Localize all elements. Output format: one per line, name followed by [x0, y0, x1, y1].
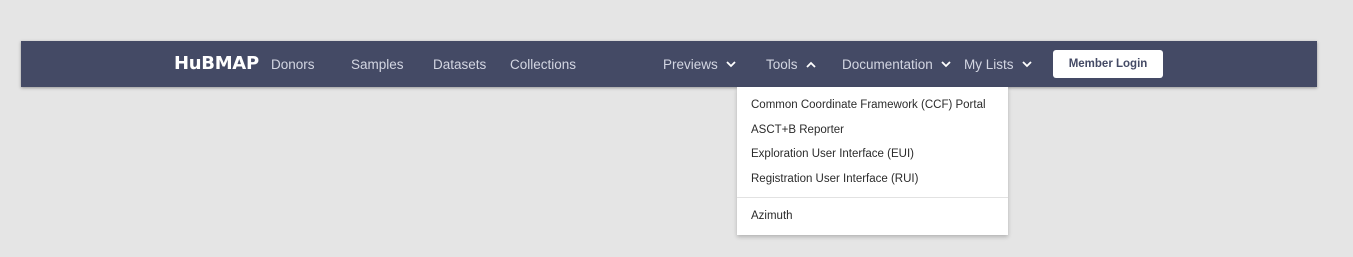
menu-divider [737, 197, 1008, 198]
nav-link-samples[interactable]: Samples [351, 41, 404, 87]
menu-item-ccf-portal[interactable]: Common Coordinate Framework (CCF) Portal [751, 95, 986, 115]
hubmap-logo[interactable]: HuBMAP [174, 41, 259, 87]
nav-link-collections[interactable]: Collections [510, 41, 576, 87]
nav-menu-previews[interactable]: Previews [663, 41, 736, 87]
nav-menu-documentation-label: Documentation [842, 57, 933, 72]
nav-link-donors[interactable]: Donors [271, 41, 315, 87]
chevron-up-icon [805, 61, 816, 68]
menu-item-azimuth[interactable]: Azimuth [751, 206, 793, 226]
nav-menu-documentation[interactable]: Documentation [842, 41, 951, 87]
nav-menu-tools-label: Tools [766, 57, 798, 72]
menu-item-rui[interactable]: Registration User Interface (RUI) [751, 169, 918, 189]
menu-item-asctb-reporter[interactable]: ASCT+B Reporter [751, 120, 844, 140]
chevron-down-icon [726, 61, 736, 68]
nav-link-datasets[interactable]: Datasets [433, 41, 486, 87]
tools-dropdown-menu: Common Coordinate Framework (CCF) Portal… [737, 87, 1008, 235]
chevron-down-icon [1021, 61, 1032, 68]
member-login-button[interactable]: Member Login [1053, 50, 1163, 78]
top-navbar: HuBMAP Donors Samples Datasets Collectio… [21, 41, 1317, 87]
nav-menu-tools[interactable]: Tools [766, 41, 816, 87]
nav-menu-previews-label: Previews [663, 57, 718, 72]
nav-menu-my-lists[interactable]: My Lists [964, 41, 1032, 87]
menu-item-eui[interactable]: Exploration User Interface (EUI) [751, 144, 914, 164]
chevron-down-icon [941, 61, 951, 68]
nav-menu-my-lists-label: My Lists [964, 57, 1014, 72]
